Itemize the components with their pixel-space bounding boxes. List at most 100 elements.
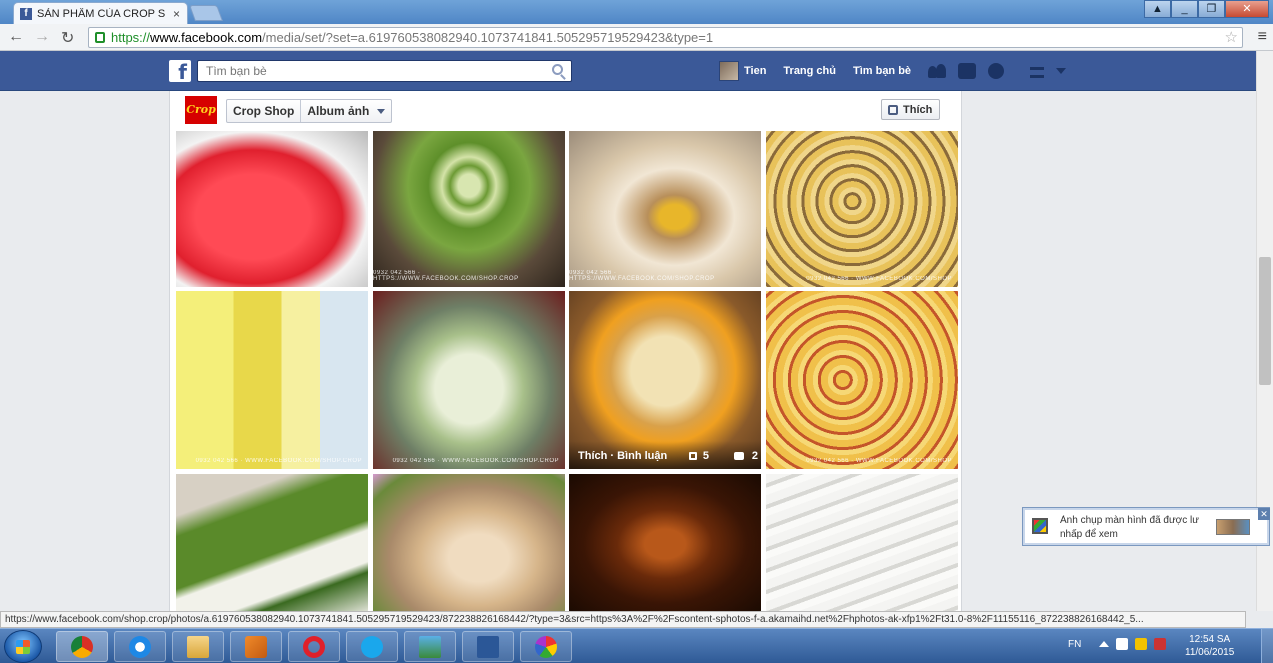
url-host: www.facebook.com bbox=[150, 30, 263, 45]
like-page-button[interactable]: Thích bbox=[881, 99, 940, 120]
messages-icon[interactable] bbox=[958, 63, 977, 79]
window-controls: ▲ _ ❐ ✕ bbox=[1144, 0, 1269, 18]
network-icon[interactable] bbox=[1154, 638, 1167, 650]
reload-button[interactable]: ↻ bbox=[61, 28, 74, 48]
taskbar-chrome[interactable] bbox=[56, 631, 108, 662]
close-icon[interactable]: ✕ bbox=[1258, 508, 1270, 520]
taskbar-clock[interactable]: 12:54 SA 11/06/2015 bbox=[1185, 633, 1234, 659]
nav-home-link[interactable]: Trang chủ bbox=[783, 65, 836, 77]
account-menu-chevron-down-icon[interactable] bbox=[1056, 68, 1067, 74]
photo-splenda-cans[interactable]: 0932 042 566 · WWW.FACEBOOK.COM/SHOP.CRO… bbox=[176, 291, 368, 469]
photo-caramel-jelly[interactable] bbox=[569, 474, 761, 611]
like-button-label: Thích bbox=[903, 103, 933, 116]
taskbar-skype[interactable] bbox=[346, 631, 398, 662]
chevron-down-icon[interactable] bbox=[377, 108, 386, 114]
system-tray: FN bbox=[1068, 638, 1173, 650]
show-hidden-icons-chevron-up-icon[interactable] bbox=[1099, 641, 1110, 647]
photo-stuffed-bun[interactable]: 0932 042 566 · HTTPS://WWW.FACEBOOK.COM/… bbox=[569, 131, 761, 287]
like-count: 5 bbox=[688, 450, 709, 462]
bookmark-star-icon[interactable]: ☆ bbox=[1225, 28, 1238, 46]
show-desktop-button[interactable] bbox=[1261, 629, 1273, 663]
tab-title: SẢN PHẨM CỦA CROP SH bbox=[37, 7, 165, 20]
minimize-button[interactable]: _ bbox=[1171, 0, 1198, 18]
screenshot-notification[interactable]: Ảnh chụp màn hình đã được lư nhấp để xem… bbox=[1022, 507, 1270, 546]
photo-watermark: 0932 042 566 · HTTPS://WWW.FACEBOOK.COM/… bbox=[569, 270, 715, 282]
avatar[interactable] bbox=[719, 61, 739, 81]
clock-date: 11/06/2015 bbox=[1185, 647, 1235, 658]
search-icon[interactable] bbox=[552, 64, 563, 75]
facebook-header: f Tien Trang chủ Tìm bạn bè bbox=[0, 51, 1256, 91]
taskbar-picasa[interactable] bbox=[520, 631, 572, 662]
breadcrumb: Crop Shop Album ảnh bbox=[226, 99, 393, 123]
action-center-flag-icon[interactable] bbox=[1135, 638, 1148, 650]
link-status-bar: https://www.facebook.com/shop.crop/photo… bbox=[0, 611, 1246, 628]
maximize-button[interactable]: ❐ bbox=[1198, 0, 1225, 18]
language-indicator[interactable]: FN bbox=[1068, 639, 1081, 650]
chrome-icon bbox=[71, 635, 93, 658]
close-window-button[interactable]: ✕ bbox=[1225, 0, 1269, 18]
skype-icon bbox=[361, 635, 383, 658]
photo-spiral-rolls[interactable]: 0932 042 566 · WWW.FACEBOOK.COM/SHOP bbox=[766, 131, 958, 287]
photo-green-tea-tiramisu[interactable] bbox=[176, 474, 368, 611]
notifications-globe-icon[interactable] bbox=[988, 63, 1005, 79]
breadcrumb-album-label[interactable]: Album ảnh bbox=[301, 104, 375, 118]
photo-watermark: 0932 042 566 · WWW.FACEBOOK.COM/SHOP bbox=[806, 276, 952, 282]
browser-menu-icon[interactable]: ≡ bbox=[1258, 28, 1267, 46]
album-header: Crop Crop Shop Album ảnh Thích bbox=[170, 91, 961, 131]
photo-crispy-chips[interactable] bbox=[373, 474, 565, 611]
scrollbar-thumb[interactable] bbox=[1259, 257, 1271, 385]
taskbar-opera[interactable] bbox=[288, 631, 340, 662]
photo-candied-winter-melon[interactable]: 0932 042 566 · WWW.FACEBOOK.COM/SHOP.CRO… bbox=[373, 291, 565, 469]
window-extra-button[interactable]: ▲ bbox=[1144, 0, 1171, 18]
photo-viewer-icon bbox=[419, 635, 441, 658]
notification-title: Ảnh chụp màn hình đã được lư bbox=[1060, 515, 1199, 526]
photo-red-jelly[interactable] bbox=[176, 131, 368, 287]
nav-find-friends-link[interactable]: Tìm bạn bè bbox=[853, 65, 911, 77]
volume-icon[interactable] bbox=[1116, 638, 1129, 650]
browser-toolbar: ← → ↻ https://www.facebook.com/media/set… bbox=[0, 24, 1273, 51]
taskbar-media-player[interactable] bbox=[230, 631, 282, 662]
forward-button[interactable]: → bbox=[34, 28, 50, 46]
friend-requests-icon[interactable] bbox=[928, 63, 947, 79]
photo-watermark: 0932 042 566 · WWW.FACEBOOK.COM/SHOP.CRO… bbox=[392, 458, 559, 464]
comment-bubble-icon bbox=[733, 452, 744, 460]
opera-icon bbox=[303, 635, 325, 658]
url-path: /media/set/?set=a.619760538082940.107374… bbox=[262, 30, 714, 45]
secure-lock-icon bbox=[95, 32, 105, 43]
browser-tab-active[interactable]: f SẢN PHẨM CỦA CROP SH × bbox=[13, 2, 188, 24]
taskbar-photo-viewer[interactable] bbox=[404, 631, 456, 662]
internet-explorer-icon bbox=[129, 635, 151, 658]
start-button[interactable] bbox=[4, 630, 42, 663]
thumbs-up-icon bbox=[688, 452, 697, 460]
address-bar[interactable]: https://www.facebook.com/media/set/?set=… bbox=[88, 27, 1243, 48]
taskbar-internet-explorer[interactable] bbox=[114, 631, 166, 662]
comment-count: 2 bbox=[733, 450, 758, 462]
photo-hover-overlay: Thích · Bình luận 5 2 bbox=[569, 441, 761, 469]
word-icon bbox=[477, 635, 499, 658]
facebook-search-input[interactable] bbox=[197, 60, 572, 82]
photo-floss-pastry[interactable]: Thích · Bình luận 5 2 bbox=[569, 291, 761, 469]
clock-time: 12:54 SA bbox=[1189, 634, 1231, 645]
notification-preview-thumbnail bbox=[1216, 519, 1250, 535]
photo-green-tea-roll-cake[interactable]: 0932 042 566 · HTTPS://WWW.FACEBOOK.COM/… bbox=[373, 131, 565, 287]
page-profile-picture[interactable]: Crop bbox=[185, 96, 217, 124]
windows-taskbar: FN 12:54 SA 11/06/2015 bbox=[0, 628, 1273, 663]
back-button[interactable]: ← bbox=[8, 28, 24, 46]
privacy-shortcuts-icon[interactable] bbox=[1030, 66, 1045, 78]
photo-sausage-rolls[interactable]: 0932 042 566 · WWW.FACEBOOK.COM/SHOP bbox=[766, 291, 958, 469]
photo-wafer-rolls[interactable] bbox=[766, 474, 958, 611]
taskbar-word[interactable] bbox=[462, 631, 514, 662]
media-player-icon bbox=[245, 635, 267, 658]
taskbar-file-explorer[interactable] bbox=[172, 631, 224, 662]
tab-close-icon[interactable]: × bbox=[173, 7, 180, 21]
album-content: Crop Crop Shop Album ảnh Thích 0932 042 … bbox=[169, 91, 962, 611]
photo-watermark: 0932 042 566 · HTTPS://WWW.FACEBOOK.COM/… bbox=[373, 270, 519, 282]
nav-profile-link[interactable]: Tien bbox=[744, 65, 766, 77]
like-comment-links[interactable]: Thích · Bình luận bbox=[578, 450, 667, 462]
thumbs-up-icon bbox=[888, 104, 898, 115]
new-tab-button[interactable] bbox=[189, 5, 223, 21]
photo-watermark: 0932 042 566 · WWW.FACEBOOK.COM/SHOP.CRO… bbox=[195, 458, 362, 464]
breadcrumb-page-name[interactable]: Crop Shop bbox=[227, 100, 302, 122]
facebook-logo-icon[interactable]: f bbox=[169, 60, 191, 84]
comment-count-value: 2 bbox=[751, 450, 758, 462]
